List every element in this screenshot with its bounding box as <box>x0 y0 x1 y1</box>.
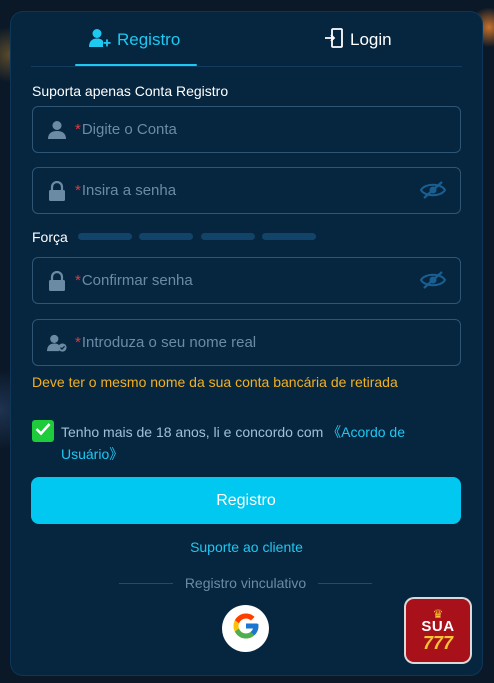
agreement-statement: Tenho mais de 18 anos, li e concordo com <box>61 424 328 440</box>
logo-text-sua: SUA <box>421 618 455 635</box>
user-icon <box>47 120 67 140</box>
customer-support-link[interactable]: Suporte ao cliente <box>11 539 482 555</box>
check-icon <box>35 422 51 441</box>
google-icon <box>231 611 261 646</box>
divider-line <box>119 582 173 584</box>
bind-divider: Registro vinculativo <box>119 575 373 591</box>
realname-field[interactable]: * Introduza o seu nome real <box>32 319 461 366</box>
register-submit-button[interactable]: Registro <box>31 477 461 524</box>
required-mark: * <box>75 182 81 199</box>
divider-line <box>318 582 373 584</box>
account-field[interactable]: * Digite o Conta <box>32 106 461 153</box>
tab-register[interactable]: Registro <box>89 28 180 52</box>
agreement-checkbox[interactable] <box>32 420 54 442</box>
agreement-text: Tenho mais de 18 anos, li e concordo com… <box>61 421 451 465</box>
tab-register-label: Registro <box>117 30 181 49</box>
login-door-icon <box>324 27 344 53</box>
user-check-icon <box>47 333 67 353</box>
tab-login-label: Login <box>350 30 392 49</box>
tabs-divider <box>31 66 462 67</box>
strength-label: Força <box>32 229 68 245</box>
lock-icon <box>47 180 67 201</box>
bind-label: Registro vinculativo <box>184 575 307 591</box>
user-add-icon <box>89 28 111 53</box>
strength-bar <box>78 233 132 240</box>
auth-tabs: Registro Login <box>11 12 482 68</box>
realname-warning: Deve ter o mesmo nome da sua conta bancá… <box>32 374 398 390</box>
confirm-placeholder: Confirmar senha <box>81 272 193 289</box>
support-note: Suporta apenas Conta Registro <box>32 83 229 99</box>
register-modal: Registro Login Suporta apenas Conta Regi… <box>11 12 482 675</box>
logo-text-777: 777 <box>422 633 454 653</box>
tab-login[interactable]: Login <box>324 27 392 53</box>
strength-bar <box>262 233 316 240</box>
password-field[interactable]: * Insira a senha <box>32 167 461 214</box>
sua777-logo: ♛ SUA 777 <box>406 599 470 662</box>
confirm-password-field[interactable]: * Confirmar senha <box>32 257 461 304</box>
strength-bar <box>201 233 255 240</box>
eye-off-icon[interactable] <box>419 180 447 200</box>
required-mark: * <box>75 121 81 138</box>
realname-placeholder: Introduza o seu nome real <box>81 334 257 351</box>
account-placeholder: Digite o Conta <box>81 121 177 138</box>
lock-icon <box>47 270 67 291</box>
google-login-button[interactable] <box>222 605 269 652</box>
required-mark: * <box>75 272 81 289</box>
password-placeholder: Insira a senha <box>81 182 177 199</box>
strength-bar <box>139 233 193 240</box>
required-mark: * <box>75 334 81 351</box>
eye-off-icon[interactable] <box>419 270 447 290</box>
